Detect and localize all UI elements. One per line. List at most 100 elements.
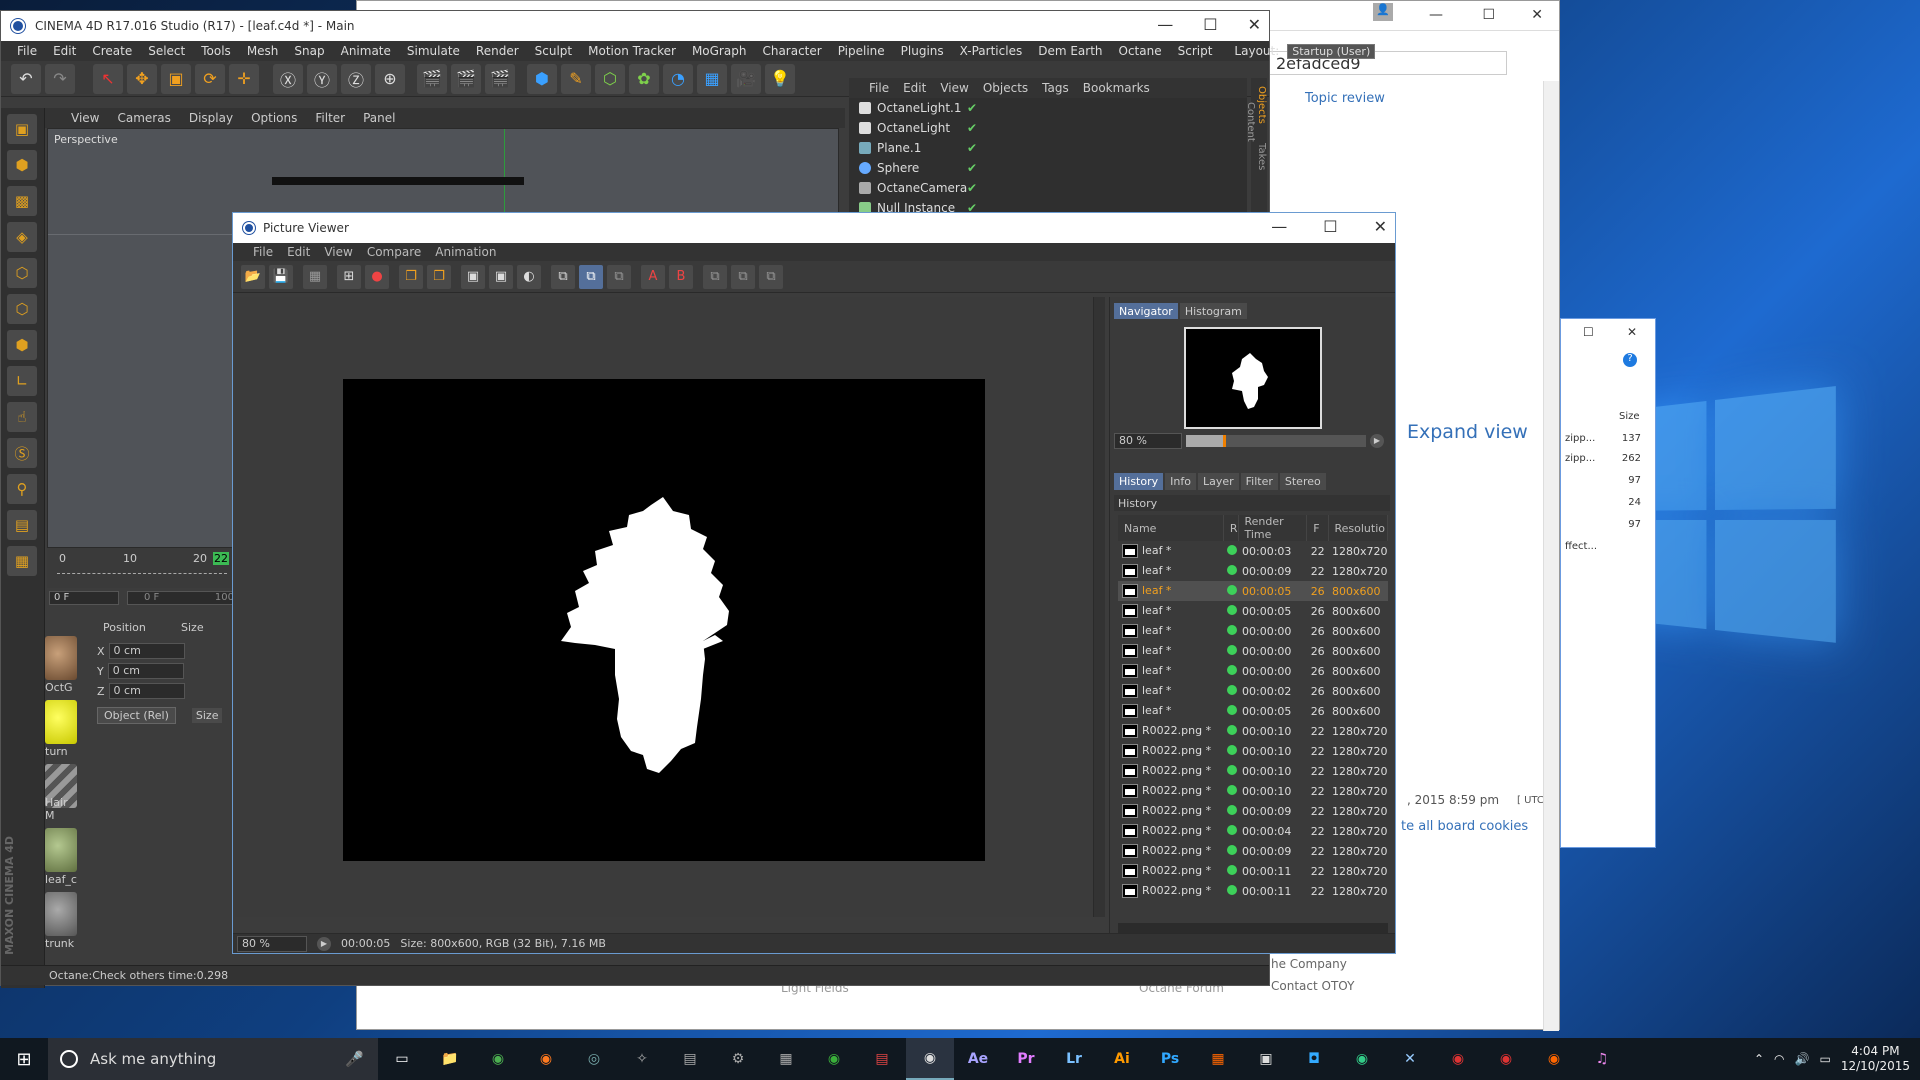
undo-icon[interactable]: ↶	[11, 63, 41, 94]
history-row[interactable]: leaf * 00:00:05 26 800x600	[1118, 581, 1388, 601]
history-row[interactable]: R0022.png * 00:00:09 22 1280x720	[1118, 841, 1388, 861]
maximize-icon[interactable]: ☐	[1323, 217, 1337, 236]
make-editable-icon[interactable]: ▣	[7, 114, 37, 144]
check-icon[interactable]: ✔	[967, 141, 977, 155]
menu-simulate[interactable]: Simulate	[399, 44, 468, 58]
history-row[interactable]: leaf * 00:00:02 26 800x600	[1118, 681, 1388, 701]
menu-tools[interactable]: Tools	[193, 44, 239, 58]
magnet-icon[interactable]: ⚲	[7, 474, 37, 504]
move-icon[interactable]: ✥	[127, 63, 157, 94]
blender-icon[interactable]: ◎	[570, 1038, 618, 1080]
object-row[interactable]: OctaneLight ✔	[849, 118, 1247, 138]
history-row[interactable]: leaf * 00:00:05 26 800x600	[1118, 601, 1388, 621]
menu-x-particles[interactable]: X-Particles	[952, 44, 1031, 58]
tab-info[interactable]: Info	[1165, 473, 1196, 490]
app-icon[interactable]: ◉	[1338, 1038, 1386, 1080]
menu-create[interactable]: Create	[84, 44, 140, 58]
menu-plugins[interactable]: Plugins	[893, 44, 952, 58]
tab-navigator[interactable]: Navigator	[1114, 303, 1178, 319]
menu-sculpt[interactable]: Sculpt	[527, 44, 580, 58]
layout-select[interactable]: Startup (User)	[1287, 43, 1376, 59]
pv-menu-edit[interactable]: Edit	[287, 245, 310, 259]
pv-menu-view[interactable]: View	[324, 245, 352, 259]
rotate-icon[interactable]: ⟳	[195, 63, 225, 94]
check-icon[interactable]: ✔	[967, 161, 977, 175]
outlook-icon[interactable]: ◘	[1290, 1038, 1338, 1080]
tweak-icon[interactable]: ☝	[7, 402, 37, 432]
history-row[interactable]: leaf * 00:00:00 26 800x600	[1118, 641, 1388, 661]
render-view-icon[interactable]: 🎬	[417, 63, 447, 94]
open-icon[interactable]: 📂	[241, 264, 265, 289]
chrome-icon[interactable]: ◉	[474, 1038, 522, 1080]
history-row[interactable]: R0022.png * 00:00:10 22 1280x720	[1118, 741, 1388, 761]
scale-icon[interactable]: ▣	[161, 63, 191, 94]
list-item[interactable]: ffect...	[1565, 541, 1641, 563]
tab-history[interactable]: History	[1114, 473, 1164, 490]
camera-icon[interactable]: 🎥	[731, 63, 761, 94]
vp-menu-cameras[interactable]: Cameras	[117, 111, 170, 125]
clock[interactable]: 4:04 PM 12/10/2015	[1841, 1044, 1910, 1074]
vp-menu-options[interactable]: Options	[251, 111, 297, 125]
vp-menu-panel[interactable]: Panel	[363, 111, 395, 125]
history-row[interactable]: leaf * 00:00:00 26 800x600	[1118, 621, 1388, 641]
delete-cookies-link[interactable]: te all board cookies	[1401, 819, 1528, 834]
close-icon[interactable]: ✕	[1248, 15, 1261, 34]
menu-pipeline[interactable]: Pipeline	[830, 44, 893, 58]
a-marker-icon[interactable]: A	[641, 264, 665, 289]
points-mode-icon[interactable]: ⬡	[7, 258, 37, 288]
tab-histogram[interactable]: Histogram	[1179, 303, 1247, 319]
pv-menu-animation[interactable]: Animation	[435, 245, 496, 259]
position-y-field[interactable]: 0 cm	[107, 663, 184, 679]
app-icon[interactable]: ▤	[666, 1038, 714, 1080]
minimize-icon[interactable]: —	[1271, 217, 1287, 236]
play-icon[interactable]: ▶	[317, 936, 331, 951]
ab-icon[interactable]: ⧉	[551, 264, 575, 289]
app-icon[interactable]: ▦	[762, 1038, 810, 1080]
houdini-icon[interactable]: ◉	[1530, 1038, 1578, 1080]
om-menu-tags[interactable]: Tags	[1042, 81, 1069, 95]
steam-icon[interactable]: ⚙	[714, 1038, 762, 1080]
menu-animate[interactable]: Animate	[333, 44, 399, 58]
material-swatch[interactable]: Hair M	[45, 764, 77, 822]
network-icon[interactable]: ◠	[1774, 1052, 1784, 1066]
size-mode-select[interactable]: Size	[191, 707, 223, 723]
tab-layer[interactable]: Layer	[1197, 473, 1239, 490]
close-icon[interactable]: ✕	[1374, 217, 1387, 236]
menu-dem-earth[interactable]: Dem Earth	[1030, 44, 1110, 58]
history-row[interactable]: leaf * 00:00:00 26 800x600	[1118, 661, 1388, 681]
menu-file[interactable]: File	[9, 44, 45, 58]
om-menu-bookmarks[interactable]: Bookmarks	[1083, 81, 1150, 95]
pv-menu-compare[interactable]: Compare	[367, 245, 421, 259]
menu-select[interactable]: Select	[140, 44, 193, 58]
premiere-icon[interactable]: Pr	[1002, 1038, 1050, 1080]
floor-icon[interactable]: ▦	[697, 63, 727, 94]
check-icon[interactable]: ✔	[967, 101, 977, 115]
z-axis-icon[interactable]: Ⓩ	[341, 63, 371, 94]
diff-icon[interactable]: ⧉	[607, 264, 631, 289]
app-icon[interactable]: ✕	[1386, 1038, 1434, 1080]
history-row[interactable]: R0022.png * 00:00:04 22 1280x720	[1118, 821, 1388, 841]
utorrent-icon[interactable]: ◉	[810, 1038, 858, 1080]
stereo-icon[interactable]: ⧉	[703, 264, 727, 289]
om-menu-edit[interactable]: Edit	[903, 81, 926, 95]
column-render-time[interactable]: Render Time	[1238, 515, 1308, 541]
tab-objects[interactable]: Objects	[1256, 86, 1267, 124]
history-row[interactable]: R0022.png * 00:00:10 22 1280x720	[1118, 761, 1388, 781]
start-icon[interactable]: ⊞	[0, 1038, 48, 1080]
coord-mode-select[interactable]: Object (Rel)	[97, 706, 176, 724]
history-row[interactable]: R0022.png * 00:00:10 22 1280x720	[1118, 781, 1388, 801]
profile-icon[interactable]: 👤	[1373, 3, 1393, 21]
column-r[interactable]: R	[1223, 515, 1239, 541]
menu-script[interactable]: Script	[1170, 44, 1221, 58]
frame-field[interactable]: 0 F	[49, 591, 119, 605]
timeline-current-frame[interactable]: 22	[213, 552, 229, 565]
array-icon[interactable]: ✿	[629, 63, 659, 94]
save-icon[interactable]: 💾	[269, 264, 293, 289]
cortana-search[interactable]: Ask me anything 🎤	[48, 1038, 378, 1080]
material-swatch[interactable]: trunk	[45, 892, 77, 950]
layout-2-icon[interactable]: ⧉	[759, 264, 783, 289]
history-row[interactable]: R0022.png * 00:00:10 22 1280x720	[1118, 721, 1388, 741]
coordinate-system-icon[interactable]: ⊕	[375, 63, 405, 94]
tab-content[interactable]: Content	[1245, 102, 1256, 142]
tab-stereo[interactable]: Stereo	[1279, 473, 1326, 490]
